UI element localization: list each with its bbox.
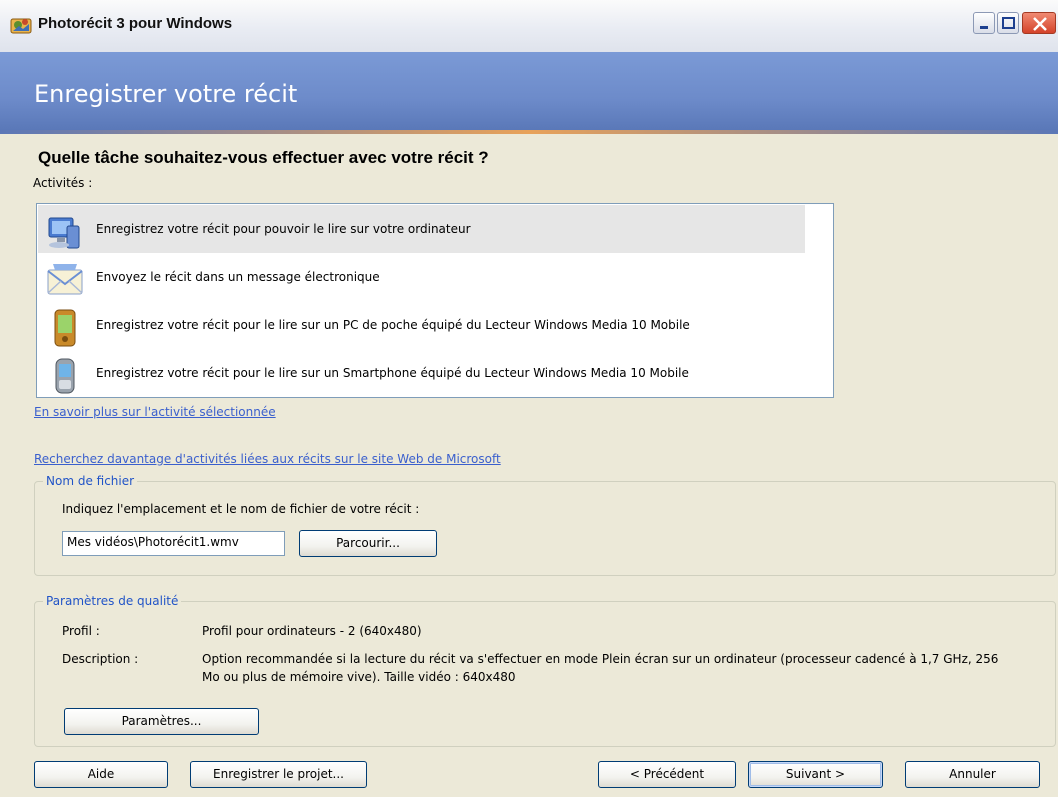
file-name-group <box>34 481 1056 576</box>
cancel-button[interactable]: Annuler <box>905 761 1040 788</box>
task-question: Quelle tâche souhaitez-vous effectuer av… <box>38 148 489 167</box>
description-value: Option recommandée si la lecture du réci… <box>202 652 999 684</box>
pocket-pc-icon <box>54 309 76 347</box>
maximize-icon <box>1002 17 1015 29</box>
close-button[interactable] <box>1022 12 1056 34</box>
activity-item-computer[interactable]: Enregistrez votre récit pour pouvoir le … <box>38 205 805 253</box>
activity-item-smartphone[interactable]: Enregistrez votre récit pour le lire sur… <box>38 349 805 397</box>
search-more-link[interactable]: Recherchez davantage d'activités liées a… <box>34 452 501 466</box>
profile-value: Profil pour ordinateurs - 2 (640x480) <box>202 624 422 638</box>
save-project-button[interactable]: Enregistrer le projet... <box>190 761 367 788</box>
page-title: Enregistrer votre récit <box>34 80 298 108</box>
activity-label: Enregistrez votre récit pour le lire sur… <box>96 366 689 380</box>
window-title: Photorécit 3 pour Windows <box>38 15 233 32</box>
minimize-button[interactable] <box>973 12 995 34</box>
activities-list[interactable]: Enregistrez votre récit pour pouvoir le … <box>36 203 834 398</box>
smartphone-icon <box>55 358 75 394</box>
activity-item-pocket-pc[interactable]: Enregistrez votre récit pour le lire sur… <box>38 301 805 349</box>
activity-label: Enregistrez votre récit pour pouvoir le … <box>96 222 471 236</box>
file-path-input[interactable]: Mes vidéos\Photorécit1.wmv <box>62 531 285 556</box>
title-bar: Photorécit 3 pour Windows <box>0 0 1058 53</box>
maximize-button[interactable] <box>997 12 1019 34</box>
profile-label: Profil : <box>62 624 100 638</box>
browse-button[interactable]: Parcourir... <box>299 530 437 557</box>
header-divider <box>0 130 1058 134</box>
file-location-instruction: Indiquez l'emplacement et le nom de fich… <box>62 502 420 516</box>
description-label: Description : <box>62 652 139 666</box>
settings-button[interactable]: Paramètres... <box>64 708 259 735</box>
envelope-icon <box>47 264 83 295</box>
minimize-icon <box>980 26 988 29</box>
activity-item-email[interactable]: Envoyez le récit dans un message électro… <box>38 253 805 301</box>
computer-icon <box>48 217 80 249</box>
file-name-legend: Nom de fichier <box>43 474 138 488</box>
previous-button[interactable]: < Précédent <box>598 761 736 788</box>
next-button[interactable]: Suivant > <box>748 761 883 788</box>
photorecit-app-icon <box>10 18 32 34</box>
activity-label: Envoyez le récit dans un message électro… <box>96 270 380 284</box>
close-icon <box>1033 17 1047 31</box>
quality-settings-legend: Paramètres de qualité <box>43 594 182 608</box>
activities-label: Activités : <box>33 176 93 190</box>
activity-label: Enregistrez votre récit pour le lire sur… <box>96 318 690 332</box>
learn-more-link[interactable]: En savoir plus sur l'activité sélectionn… <box>34 405 276 419</box>
help-button[interactable]: Aide <box>34 761 168 788</box>
